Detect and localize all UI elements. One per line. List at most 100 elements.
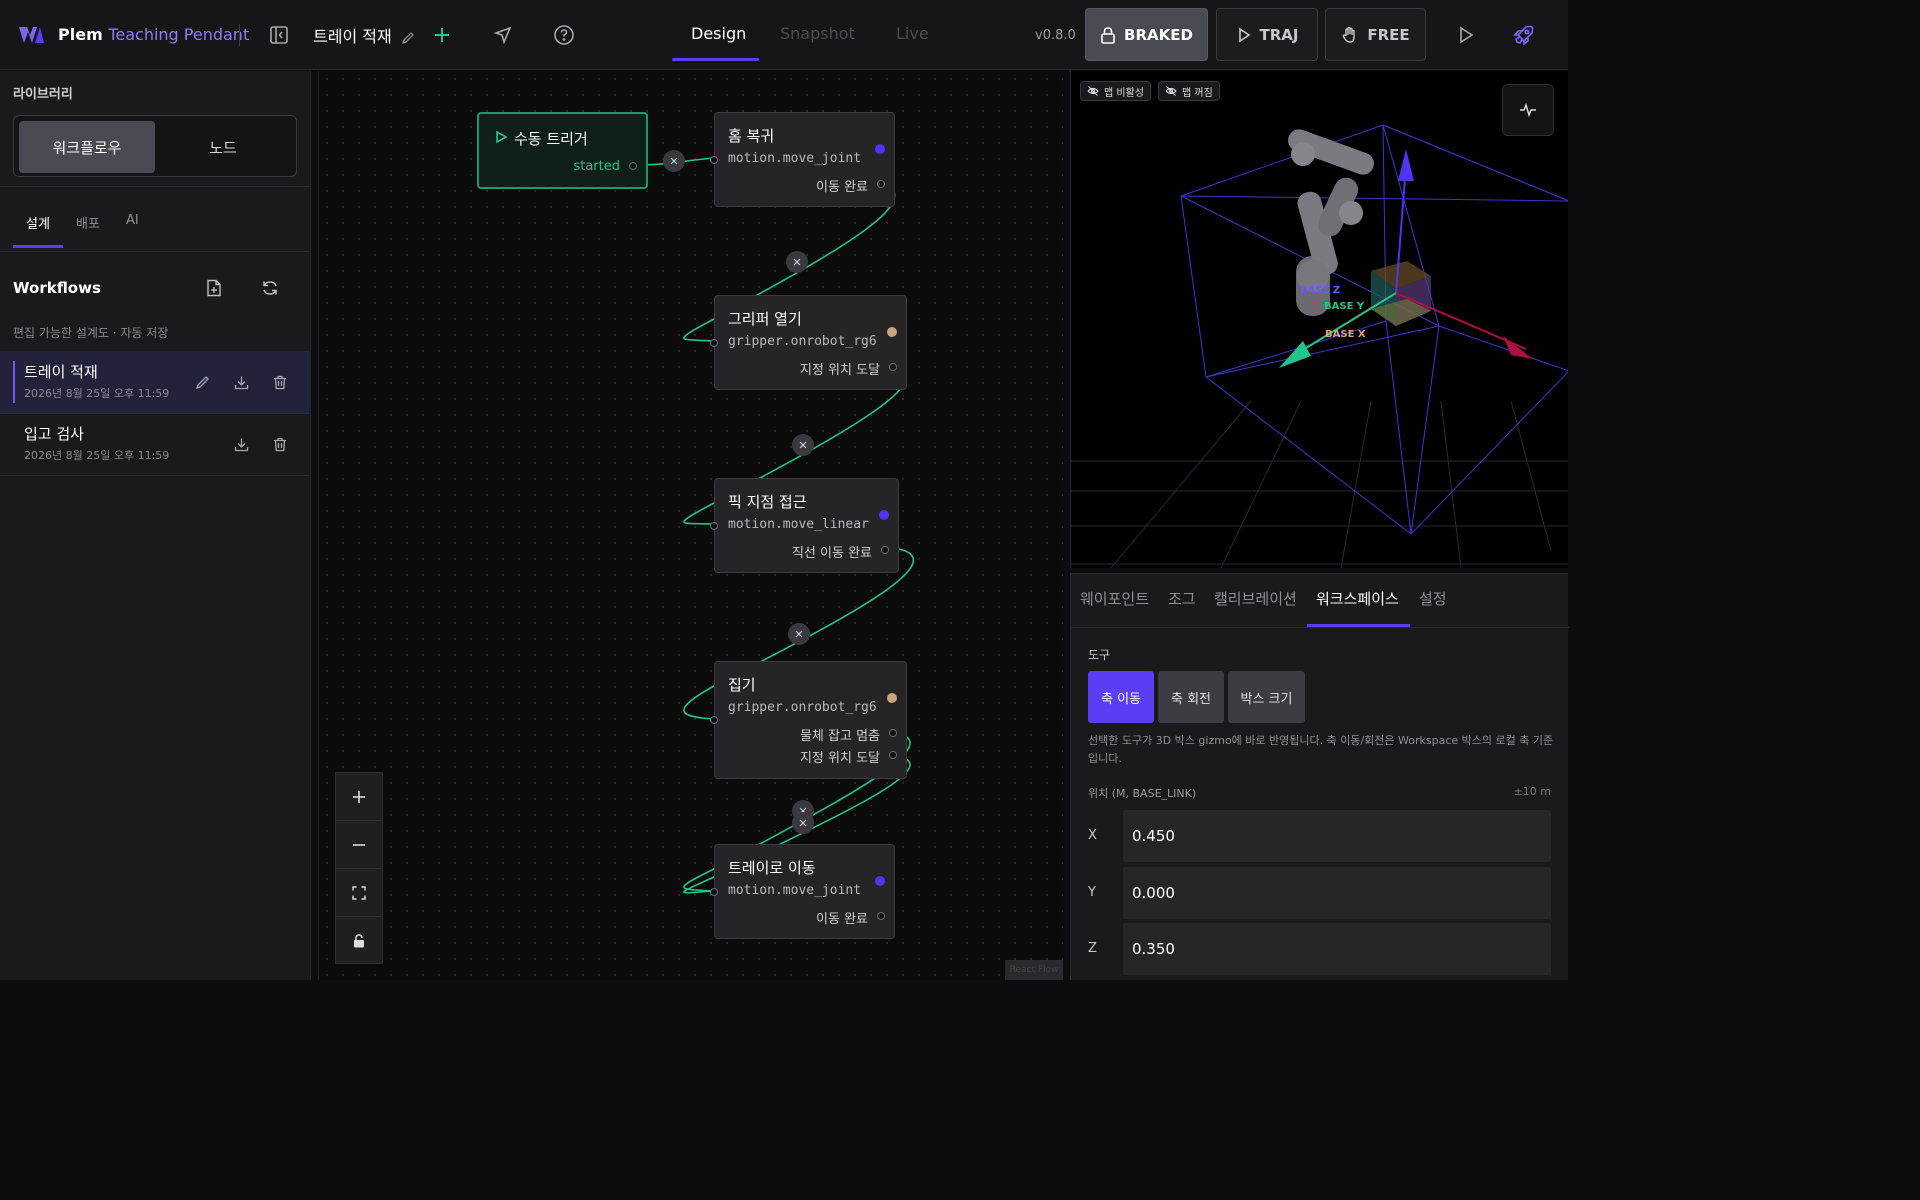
select-pointer-icon[interactable] (491, 23, 515, 47)
position-x-input[interactable]: 0.450 (1123, 810, 1551, 862)
position-label: 위치 (M, BASE_LINK) (1088, 787, 1197, 800)
workflow-name: 입고 검사 (24, 425, 84, 443)
node-title: 트레이로 이동 (728, 859, 816, 877)
zoom-in-icon[interactable] (336, 773, 382, 821)
free-label: FREE (1367, 25, 1410, 44)
workflow-date: 2026년 8월 25일 오후 11:59 (24, 449, 170, 462)
axis-x-label: X (1088, 828, 1097, 843)
sidebar-divider (0, 475, 311, 476)
deploy-rocket-icon[interactable] (1511, 22, 1537, 48)
tab-waypoints[interactable]: 웨이포인트 (1080, 588, 1149, 609)
fit-view-icon[interactable] (336, 869, 382, 917)
eye-off-icon (1087, 85, 1099, 97)
output-port[interactable] (889, 363, 897, 371)
output-port[interactable] (629, 162, 637, 170)
braked-label: BRAKED (1124, 25, 1193, 44)
position-z-input[interactable]: 0.350 (1123, 923, 1551, 975)
tool-label: 도구 (1088, 648, 1111, 662)
library-label: 라이브러리 (13, 87, 73, 102)
segment-nodes[interactable]: 노드 (155, 121, 291, 173)
edge-delete-icon[interactable] (792, 434, 814, 456)
edge-delete-icon[interactable] (792, 812, 814, 834)
properties-panel: 웨이포인트 조그 캘리브레이션 워크스페이스 설정 도구 축 이동 축 회전 박… (1070, 573, 1569, 980)
node-output-label: 이동 완료 (816, 912, 868, 927)
workflow-node[interactable]: 그리퍼 열기 gripper.onrobot_rg6 지정 위치 도달 (710, 295, 907, 390)
trigger-node[interactable]: 수동 트리거 started (477, 112, 648, 189)
braked-mode-button[interactable]: BRAKED (1085, 8, 1208, 61)
input-port[interactable] (710, 156, 718, 164)
tab-deploy[interactable]: 배포 (76, 213, 100, 232)
position-y-input[interactable]: 0.000 (1123, 867, 1551, 919)
new-file-icon[interactable] (203, 277, 225, 299)
edit-pencil-icon[interactable] (401, 31, 415, 45)
tab-calibration[interactable]: 캘리브레이션 (1214, 588, 1297, 609)
lock-toggle-icon[interactable] (336, 917, 382, 965)
node-output-label: 물체 잡고 멈춤 (799, 729, 880, 744)
tab-workspace[interactable]: 워크스페이스 (1316, 588, 1399, 609)
workflow-node[interactable]: 집기 gripper.onrobot_rg6 물체 잡고 멈춤 지정 위치 도달 (710, 661, 907, 779)
workflow-node[interactable]: 홈 복귀 motion.move_joint 이동 완료 (710, 112, 895, 207)
map-disabled-chip[interactable]: 맵 비활성 (1080, 81, 1151, 101)
sidebar-toggle-icon[interactable] (266, 22, 292, 48)
play-outline-icon (1236, 27, 1252, 43)
node-output-label: 지정 위치 도달 (799, 751, 880, 766)
flow-canvas[interactable]: 수동 트리거 started 홈 복귀 motion.move_joint 이동… (318, 71, 1063, 980)
node-type: motion.move_linear (728, 517, 869, 532)
hand-icon (1341, 26, 1359, 44)
workflow-item[interactable]: 입고 검사 2026년 8월 25일 오후 11:59 (0, 413, 311, 475)
3d-viewport[interactable]: 맵 비활성 맵 꺼짐 BASE Z BASE Y BASE X (1070, 71, 1568, 568)
output-port[interactable] (889, 751, 897, 759)
pulse-monitor-button[interactable] (1502, 84, 1554, 136)
input-port[interactable] (710, 888, 718, 896)
refresh-icon[interactable] (259, 277, 281, 299)
rename-pencil-icon[interactable] (192, 372, 212, 392)
node-type: gripper.onrobot_rg6 (728, 700, 877, 715)
output-port[interactable] (881, 546, 889, 554)
library-sidebar: 라이브러리 워크플로우 노드 설계 배포 AI Workflows 편집 가능한… (0, 71, 311, 980)
free-mode-button[interactable]: FREE (1325, 8, 1426, 61)
segment-workflows[interactable]: 워크플로우 (19, 121, 155, 173)
zoom-out-icon[interactable] (336, 821, 382, 869)
tab-snapshot[interactable]: Snapshot (780, 24, 855, 43)
traj-mode-button[interactable]: TRAJ (1216, 8, 1318, 61)
brand-title: Plem Teaching Pendant (58, 25, 249, 44)
download-icon[interactable] (231, 434, 251, 454)
map-off-chip[interactable]: 맵 꺼짐 (1158, 81, 1220, 101)
tab-design[interactable]: Design (691, 24, 746, 43)
tab-design-sub[interactable]: 설계 (26, 213, 50, 232)
output-port[interactable] (877, 912, 885, 920)
tool-translate-button[interactable]: 축 이동 (1088, 671, 1154, 723)
workflow-node[interactable]: 트레이로 이동 motion.move_joint 이동 완료 (710, 844, 895, 939)
output-port[interactable] (889, 729, 897, 737)
run-play-icon[interactable] (1453, 22, 1479, 48)
trash-icon[interactable] (270, 372, 290, 392)
tab-jog[interactable]: 조그 (1168, 588, 1196, 609)
workflow-node[interactable]: 픽 지점 접근 motion.move_linear 직선 이동 완료 (710, 478, 899, 573)
trigger-output-label: started (573, 159, 620, 174)
tool-rotate-button[interactable]: 축 회전 (1158, 671, 1224, 723)
trigger-title: 수동 트리거 (514, 130, 588, 148)
add-plus-icon[interactable] (430, 23, 454, 47)
workflow-item[interactable]: 트레이 적재 2026년 8월 25일 오후 11:59 (0, 351, 311, 413)
eye-off-icon (1165, 85, 1177, 97)
tool-size-button[interactable]: 박스 크기 (1228, 671, 1305, 723)
edge-delete-icon[interactable] (788, 623, 810, 645)
top-bar: Plem Teaching Pendant 트레이 적재 Design Snap… (0, 0, 1568, 70)
tab-ai[interactable]: AI (126, 213, 139, 228)
workflow-title[interactable]: 트레이 적재 (313, 23, 415, 47)
input-port[interactable] (710, 522, 718, 530)
selected-indicator (13, 361, 15, 403)
input-port[interactable] (710, 716, 718, 724)
trash-icon[interactable] (270, 434, 290, 454)
download-icon[interactable] (231, 372, 251, 392)
tab-settings[interactable]: 설정 (1419, 588, 1447, 609)
help-circle-icon[interactable] (551, 22, 577, 48)
edge-delete-icon[interactable] (663, 150, 685, 172)
input-port[interactable] (710, 339, 718, 347)
tab-live[interactable]: Live (896, 24, 929, 43)
edge-delete-icon[interactable] (786, 251, 808, 273)
react-flow-attribution[interactable]: React Flow (1005, 960, 1063, 980)
node-title: 그리퍼 열기 (728, 310, 802, 328)
output-port[interactable] (877, 180, 885, 188)
active-tab-indicator (672, 58, 759, 61)
